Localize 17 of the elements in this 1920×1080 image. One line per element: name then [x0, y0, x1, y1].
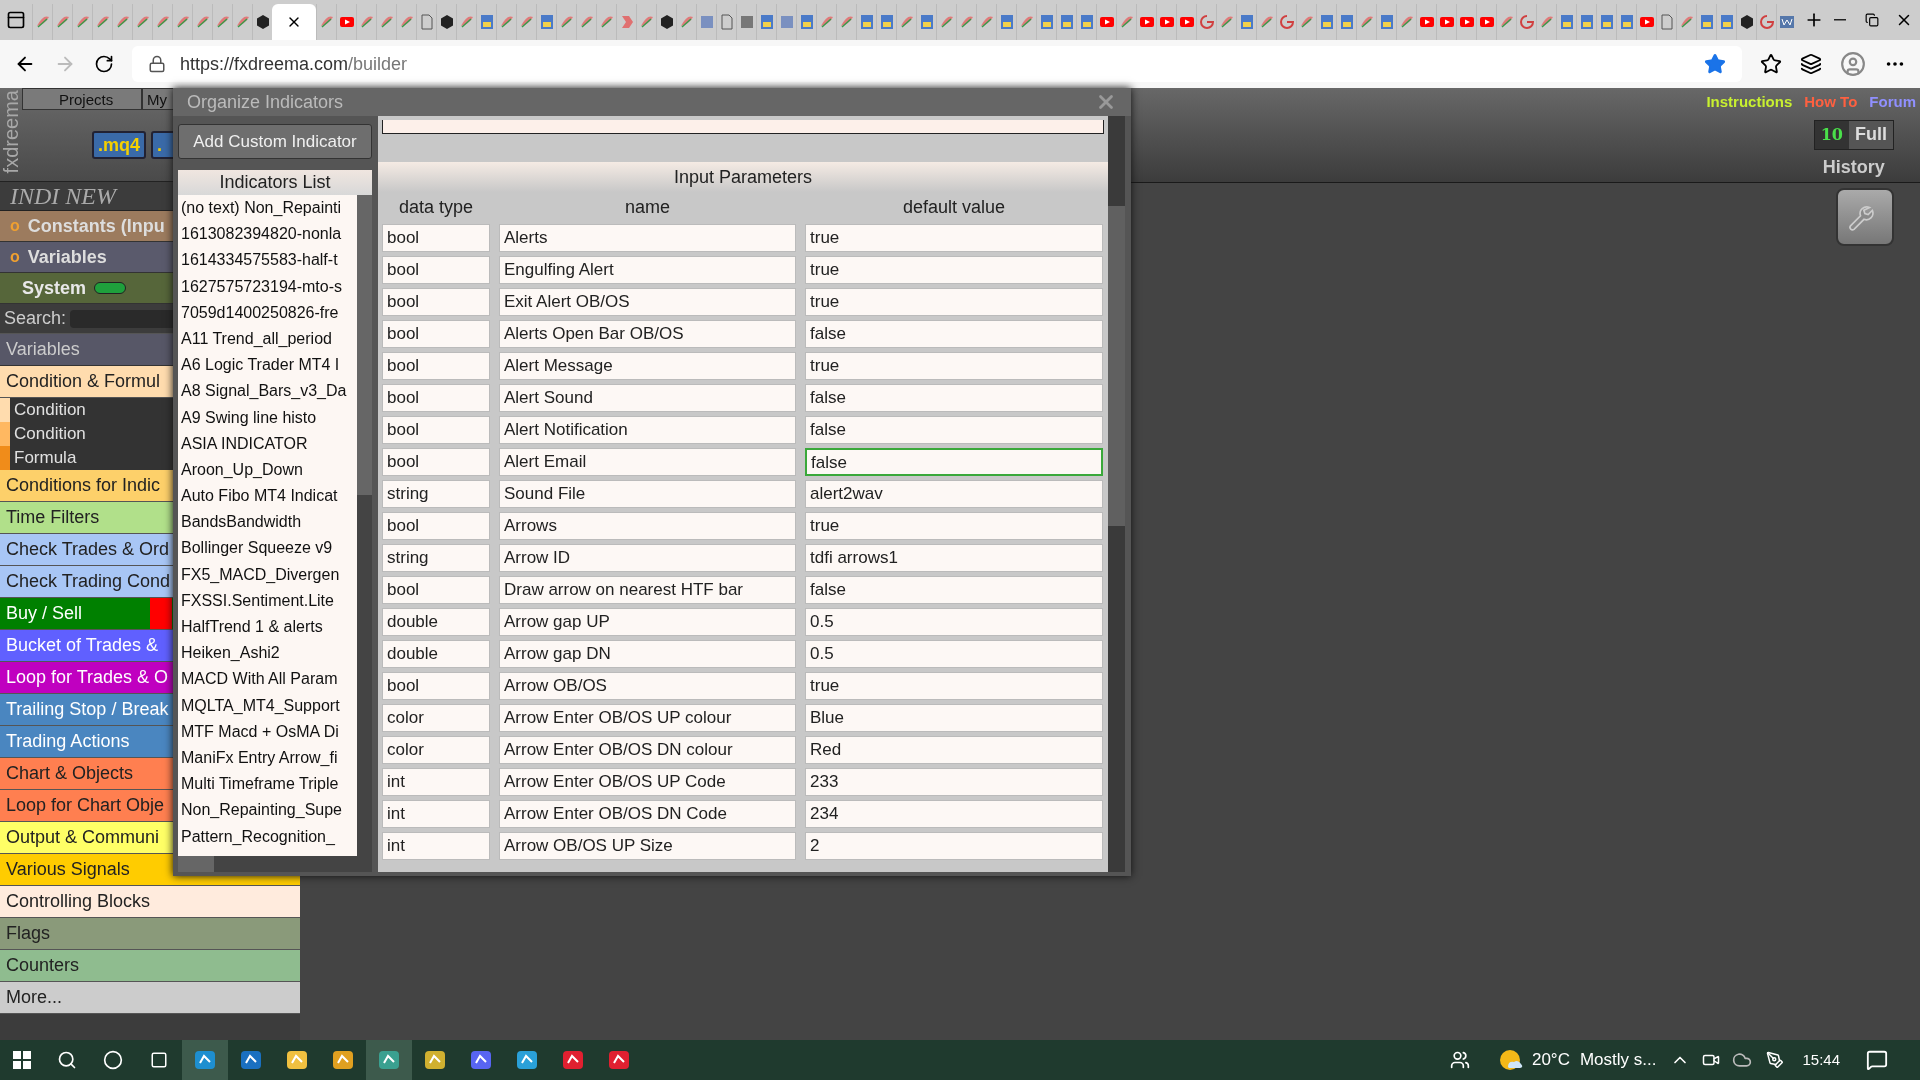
- params-title: Input Parameters: [673, 165, 813, 189]
- section-label: Constants (Inpu: [27, 214, 165, 238]
- section-label: Variables: [27, 245, 107, 269]
- category-header: Variables: [6, 338, 80, 361]
- column-header: name: [624, 195, 671, 219]
- search-label: Search:: [4, 307, 67, 330]
- dialog-title: Organize Indicators: [187, 90, 344, 114]
- brand-text: fxdreema: [0, 90, 22, 174]
- section-marker: o: [10, 247, 20, 267]
- list-title: Indicators List: [219, 171, 331, 194]
- url-text: https://fxdreema.com/builder: [180, 52, 409, 76]
- column-header: data type: [397, 195, 475, 219]
- history-label: History: [1822, 155, 1885, 179]
- column-header: default value: [901, 195, 1007, 219]
- system-label: System: [22, 276, 87, 300]
- project-title: INDI NEW: [10, 184, 116, 208]
- section-marker: o: [10, 216, 20, 236]
